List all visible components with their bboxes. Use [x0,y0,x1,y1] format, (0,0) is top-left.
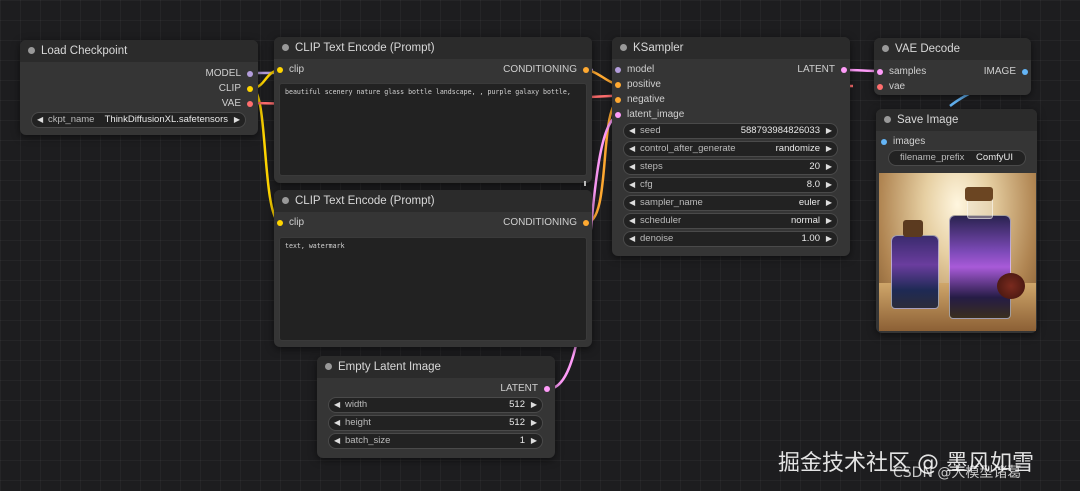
model-pin-icon[interactable] [615,67,621,73]
collapse-dot-icon[interactable] [884,116,891,123]
arrow-right-icon[interactable]: ▶ [826,178,832,192]
input-images[interactable]: images [881,135,925,149]
resize-handle-icon[interactable] [584,181,586,186]
node-clip-text-encode-positive[interactable]: CLIP Text Encode (Prompt) clip CONDITION… [274,37,592,183]
output-latent[interactable]: LATENT [797,63,847,77]
collapse-dot-icon[interactable] [282,197,289,204]
filename-prefix-widget[interactable]: filename_prefix ComfyUI [888,150,1026,166]
node-title[interactable]: KSampler [612,37,850,59]
clip-pin-icon[interactable] [247,86,253,92]
arrow-right-icon[interactable]: ▶ [826,196,832,210]
node-load-checkpoint[interactable]: Load Checkpoint MODEL CLIP VAE ◀ ckpt_na… [20,40,258,135]
arrow-left-icon[interactable]: ◀ [629,178,635,192]
arrow-left-icon[interactable]: ◀ [629,214,635,228]
output-clip[interactable]: CLIP [219,82,253,96]
input-samples[interactable]: samples [877,65,926,79]
arrow-right-icon[interactable]: ▶ [826,160,832,174]
collapse-dot-icon[interactable] [28,47,35,54]
arrow-left-icon[interactable]: ◀ [37,113,43,127]
arrow-left-icon[interactable]: ◀ [629,160,635,174]
node-title[interactable]: VAE Decode [874,38,1031,60]
image-pin-icon[interactable] [1022,69,1028,75]
output-vae[interactable]: VAE [222,97,253,111]
arrow-right-icon[interactable]: ▶ [234,113,240,127]
arrow-right-icon[interactable]: ▶ [826,124,832,138]
negative-pin-icon[interactable] [615,97,621,103]
prompt-textarea[interactable]: beautiful scenery nature glass bottle la… [279,83,587,176]
samples-pin-icon[interactable] [877,69,883,75]
arrow-left-icon[interactable]: ◀ [629,124,635,138]
rose [997,273,1025,299]
positive-pin-icon[interactable] [615,82,621,88]
conditioning-pin-icon[interactable] [583,220,589,226]
output-image[interactable]: IMAGE [984,65,1028,79]
input-negative[interactable]: negative [615,93,665,107]
arrow-right-icon[interactable]: ▶ [826,142,832,156]
clip-pin-icon[interactable] [277,67,283,73]
generated-image-preview [879,173,1036,331]
arrow-right-icon[interactable]: ▶ [531,416,537,430]
clip-pin-icon[interactable] [277,220,283,226]
arrow-left-icon[interactable]: ◀ [334,398,340,412]
denoise-widget[interactable]: ◀ denoise 1.00 ▶ [623,231,838,247]
collapse-dot-icon[interactable] [620,44,627,51]
control-after-generate-widget[interactable]: ◀ control_after_generate randomize ▶ [623,141,838,157]
input-model[interactable]: model [615,63,654,77]
cfg-widget[interactable]: ◀ cfg 8.0 ▶ [623,177,838,193]
output-conditioning[interactable]: CONDITIONING [503,63,589,77]
vae-pin-icon[interactable] [247,101,253,107]
output-model[interactable]: MODEL [205,67,253,81]
large-bottle-cork [965,187,993,201]
node-empty-latent-image[interactable]: Empty Latent Image LATENT ◀ width 512 ▶ ◀ he… [317,356,555,458]
collapse-dot-icon[interactable] [325,363,332,370]
arrow-right-icon[interactable]: ▶ [531,398,537,412]
input-vae[interactable]: vae [877,80,905,94]
arrow-right-icon[interactable]: ▶ [826,232,832,246]
arrow-right-icon[interactable]: ▶ [531,434,537,448]
node-title[interactable]: CLIP Text Encode (Prompt) [274,190,592,212]
width-widget[interactable]: ◀ width 512 ▶ [328,397,543,413]
watermark-csdn: CSDN @大模型诸葛 [893,465,1022,481]
images-pin-icon[interactable] [881,139,887,145]
input-positive[interactable]: positive [615,78,661,92]
node-title[interactable]: Load Checkpoint [20,40,258,62]
arrow-left-icon[interactable]: ◀ [629,142,635,156]
scheduler-widget[interactable]: ◀ scheduler normal ▶ [623,213,838,229]
batch-size-widget[interactable]: ◀ batch_size 1 ▶ [328,433,543,449]
conditioning-pin-icon[interactable] [583,67,589,73]
arrow-left-icon[interactable]: ◀ [629,232,635,246]
small-bottle-cork [903,220,923,237]
ckpt-name-widget[interactable]: ◀ ckpt_name ThinkDiffusionXL.safetensors… [31,112,246,128]
input-latent-image[interactable]: latent_image [615,108,684,122]
node-title[interactable]: Empty Latent Image [317,356,555,378]
input-clip[interactable]: clip [277,63,304,77]
latent-pin-icon[interactable] [841,67,847,73]
node-ksampler[interactable]: KSampler model positive negative latent_… [612,37,850,256]
collapse-dot-icon[interactable] [282,44,289,51]
node-clip-text-encode-negative[interactable]: CLIP Text Encode (Prompt) clip CONDITION… [274,190,592,347]
arrow-left-icon[interactable]: ◀ [334,434,340,448]
small-bottle [891,235,939,309]
node-title[interactable]: Save Image [876,109,1037,131]
seed-widget[interactable]: ◀ seed 588793984826033 ▶ [623,123,838,139]
node-title[interactable]: CLIP Text Encode (Prompt) [274,37,592,59]
arrow-right-icon[interactable]: ▶ [826,214,832,228]
arrow-left-icon[interactable]: ◀ [334,416,340,430]
steps-widget[interactable]: ◀ steps 20 ▶ [623,159,838,175]
collapse-dot-icon[interactable] [882,45,889,52]
height-widget[interactable]: ◀ height 512 ▶ [328,415,543,431]
output-latent[interactable]: LATENT [500,382,550,396]
latent-pin-icon[interactable] [615,112,621,118]
latent-pin-icon[interactable] [544,386,550,392]
input-clip[interactable]: clip [277,216,304,230]
output-conditioning[interactable]: CONDITIONING [503,216,589,230]
model-pin-icon[interactable] [247,71,253,77]
node-vae-decode[interactable]: VAE Decode samples vae IMAGE [874,38,1031,95]
sampler-name-widget[interactable]: ◀ sampler_name euler ▶ [623,195,838,211]
large-bottle [949,215,1011,319]
vae-pin-icon[interactable] [877,84,883,90]
prompt-textarea[interactable]: text, watermark [279,237,587,341]
arrow-left-icon[interactable]: ◀ [629,196,635,210]
